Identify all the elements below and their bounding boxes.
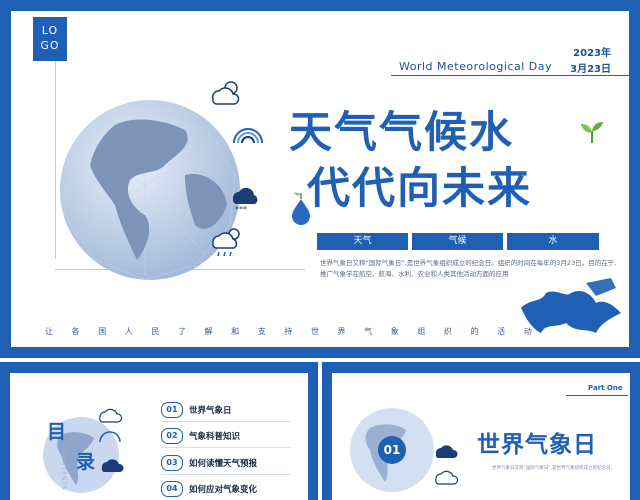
slogan-characters: 让 各 国 人 民 了 解 和 支 持 世 界 气 象 组 织 的 活 动: [45, 326, 532, 337]
toc-subtitle: CONTENTS: [60, 450, 67, 491]
slogan-char: 象: [390, 327, 399, 336]
toc-item[interactable]: 01 世界气象日: [161, 402, 232, 418]
rainbow-icon: [233, 128, 263, 144]
event-year: 2023年: [573, 48, 611, 59]
toc-divider: [161, 447, 291, 448]
section-part-label: Part One: [588, 384, 623, 392]
main-title-line-1: 天气气候水: [289, 108, 514, 158]
toc-divider: [161, 421, 291, 422]
logo-line-2: GO: [40, 39, 60, 52]
toc-item-number: 02: [161, 428, 183, 444]
weather-icons-group: [435, 445, 459, 485]
slogan-char: 世: [310, 327, 319, 336]
slogan-char: 织: [443, 327, 452, 336]
logo: LO GO: [33, 17, 67, 61]
toc-item-label: 气象科普知识: [189, 432, 241, 442]
slogan-char: 的: [470, 327, 479, 336]
header-underline: [391, 75, 629, 76]
slogan-char: 解: [204, 327, 213, 336]
slogan-char: 活: [497, 327, 506, 336]
main-slide[interactable]: LO GO 2023年 World Meteorological Day 3月2…: [0, 0, 640, 358]
slogan-char: 人: [124, 327, 133, 336]
event-name: World Meteorological Day: [399, 60, 552, 73]
slogan-char: 气: [364, 327, 373, 336]
slogan-char: 动: [523, 327, 532, 336]
toc-title-part-1: 目: [47, 421, 67, 443]
main-title-line-2: 代代向未来: [307, 164, 532, 214]
event-date: 3月23日: [570, 64, 611, 75]
toc-title-part-2: 录: [76, 451, 96, 473]
weather-icons-group: [99, 408, 124, 472]
toc-divider: [161, 474, 291, 475]
slogan-char: 国: [98, 327, 107, 336]
slogan-char: 和: [231, 327, 240, 336]
svg-text:***: ***: [235, 205, 247, 214]
rain-sun-icon: [212, 228, 240, 257]
toc-item-label: 如何应对气象变化: [189, 485, 258, 495]
slogan-char: 界: [337, 327, 346, 336]
cloud-sun-icon: [211, 81, 240, 105]
toc-item-number: 01: [161, 402, 183, 418]
slogan-char: 支: [257, 327, 266, 336]
tag-water: 水: [507, 233, 599, 250]
logo-line-1: LO: [41, 24, 59, 37]
slogan-char: 持: [284, 327, 293, 336]
toc-item-label: 世界气象日: [189, 406, 232, 416]
slogan-char: 组: [417, 327, 426, 336]
snow-cloud-icon: ***: [232, 187, 258, 214]
main-slide-canvas: LO GO 2023年 World Meteorological Day 3月2…: [11, 11, 629, 347]
event-description: 世界气象日又称“国际气象日”,是世界气象组织成立的纪念日。组织的时间在每年的3月…: [320, 259, 617, 278]
keyword-tags: 天气 气候 水: [317, 233, 599, 250]
section-part-underline: [566, 395, 628, 396]
toc-item-number: 03: [161, 455, 183, 471]
slogan-char: 民: [151, 327, 160, 336]
slogan-char: 让: [45, 327, 53, 336]
slogan-char: 了: [177, 327, 186, 336]
section-description: 世界气象日又称“国际气象日”,是世界气象组织成立的纪念日。: [492, 466, 616, 471]
tag-weather: 天气: [317, 233, 408, 250]
tag-climate: 气候: [412, 233, 503, 250]
seedling-icon: [581, 122, 603, 143]
toc-item[interactable]: 02 气象科普知识: [161, 428, 240, 444]
toc-item[interactable]: 04 如何应对气象变化: [161, 481, 257, 497]
world-map-icon: [521, 278, 621, 333]
slogan-char: 各: [71, 327, 80, 336]
section-number-badge: 01: [378, 436, 406, 464]
toc-item[interactable]: 03 如何读懂天气预报: [161, 455, 257, 471]
toc-item-label: 如何读懂天气预报: [189, 459, 258, 469]
section-title: 世界气象日: [477, 432, 597, 458]
globe-icon: [60, 100, 240, 281]
toc-item-number: 04: [161, 481, 183, 497]
